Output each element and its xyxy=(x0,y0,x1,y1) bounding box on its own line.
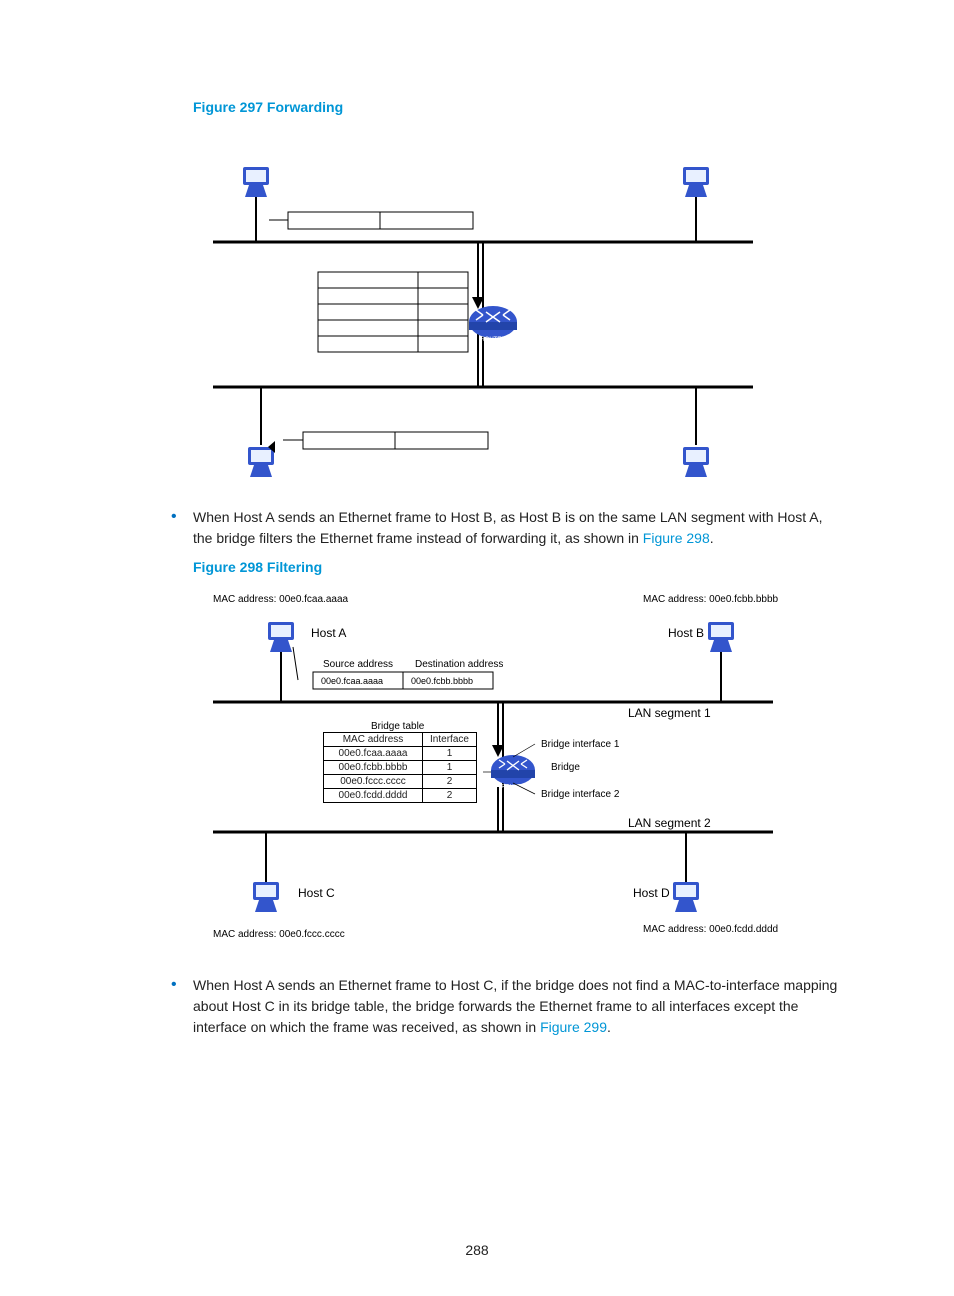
hostD-name: Host D xyxy=(633,886,670,900)
figure-298-title: Figure 298 Filtering xyxy=(193,559,839,575)
figure-298-diagram: MAC address: 00e0.fcaa.aaaa MAC address:… xyxy=(193,587,813,957)
para2-tail: . xyxy=(607,1019,611,1035)
bullet-list-1: When Host A sends an Ethernet frame to H… xyxy=(115,507,839,549)
dst-addr-label: Destination address xyxy=(415,659,503,670)
paragraph-2: When Host A sends an Ethernet frame to H… xyxy=(193,977,837,1035)
col-mac: MAC address xyxy=(324,733,423,747)
page-number: 288 xyxy=(0,1242,954,1258)
para1-tail: . xyxy=(710,530,714,546)
hostA-mac-label: MAC address: 00e0.fcaa.aaaa xyxy=(213,594,349,605)
hostC-name: Host C xyxy=(298,886,335,900)
src-addr-label: Source address xyxy=(323,659,393,670)
hostA-name: Host A xyxy=(311,626,346,640)
hostB-name: Host B xyxy=(668,626,704,640)
bridge-label: Bridge xyxy=(551,762,580,773)
bridge-if1-label: Bridge interface 1 xyxy=(541,739,620,750)
svg-text:ROUTER: ROUTER xyxy=(480,337,506,343)
figure-299-link[interactable]: Figure 299 xyxy=(540,1019,607,1035)
hostB-mac-label: MAC address: 00e0.fcbb.bbbb xyxy=(643,594,779,605)
paragraph-1: When Host A sends an Ethernet frame to H… xyxy=(193,509,823,546)
figure-298-link[interactable]: Figure 298 xyxy=(643,530,710,546)
bridge-table: MAC addressInterface 00e0.fcaa.aaaa1 00e… xyxy=(323,732,477,803)
hostD-mac-label: MAC address: 00e0.fcdd.dddd xyxy=(643,924,778,935)
lan1-label: LAN segment 1 xyxy=(628,706,711,720)
bullet-list-2: When Host A sends an Ethernet frame to H… xyxy=(115,975,839,1038)
figure-297-title: Figure 297 Forwarding xyxy=(193,99,839,115)
hostC-mac-label: MAC address: 00e0.fccc.cccc xyxy=(213,929,345,940)
figure-297-diagram: ROUTER xyxy=(193,127,773,497)
lan2-label: LAN segment 2 xyxy=(628,816,711,830)
src-mac: 00e0.fcaa.aaaa xyxy=(321,676,383,686)
para1-text: When Host A sends an Ethernet frame to H… xyxy=(193,509,823,546)
bridge-table-title: Bridge table xyxy=(371,721,425,732)
dst-mac: 00e0.fcbb.bbbb xyxy=(411,676,473,686)
para2-text: When Host A sends an Ethernet frame to H… xyxy=(193,977,837,1035)
bridge-if2-label: Bridge interface 2 xyxy=(541,789,620,800)
col-if: Interface xyxy=(423,733,477,747)
